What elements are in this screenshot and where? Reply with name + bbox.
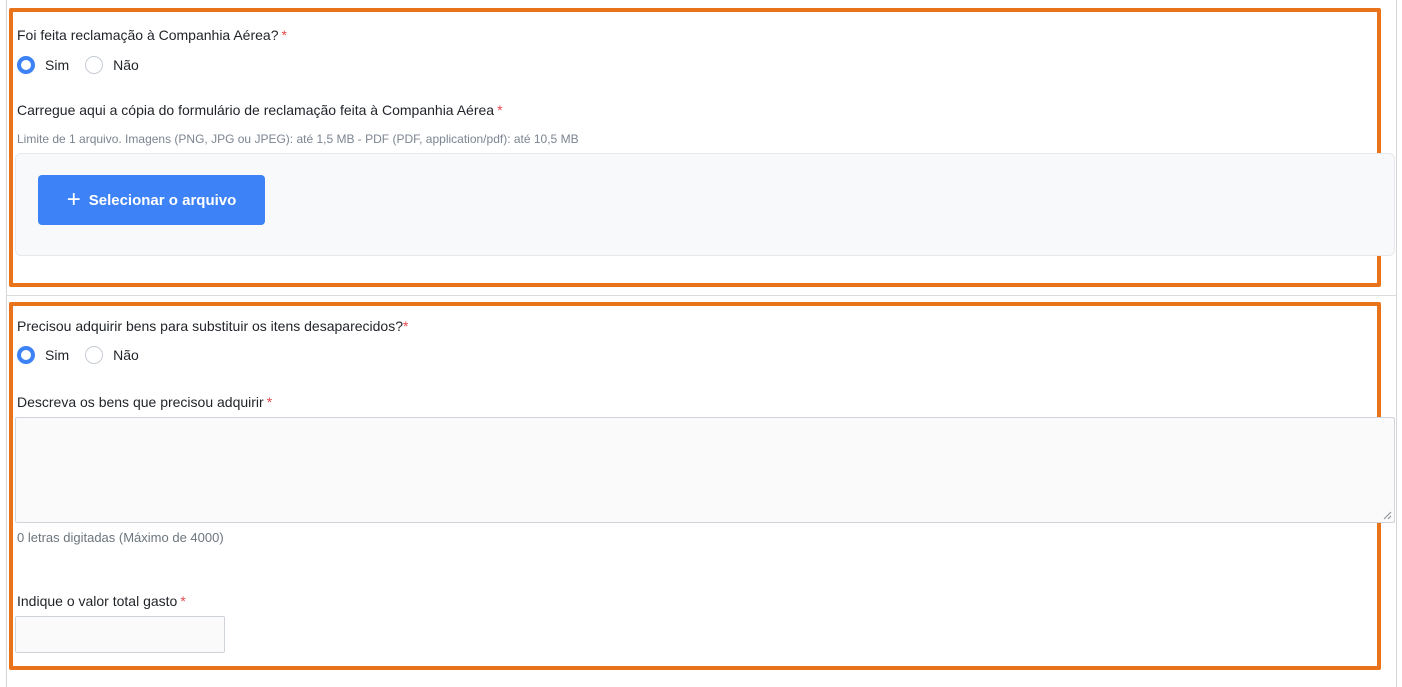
purchase-radio-nao-label[interactable]: Não bbox=[113, 347, 139, 363]
resize-grip-icon[interactable] bbox=[1382, 510, 1392, 520]
frame-right-border bbox=[1396, 0, 1397, 687]
complaint-radio-nao[interactable] bbox=[85, 56, 104, 74]
section-divider bbox=[7, 295, 1396, 296]
upload-label-text: Carregue aqui a cópia do formulário de r… bbox=[17, 102, 495, 118]
upload-label: Carregue aqui a cópia do formulário de r… bbox=[17, 102, 503, 118]
value-label: Indique o valor total gasto * bbox=[17, 593, 186, 609]
complaint-question: Foi feita reclamação à Companhia Aérea? * bbox=[17, 27, 287, 43]
purchase-radio-group: Sim Não bbox=[17, 346, 139, 364]
purchase-question: Precisou adquirir bens para substituir o… bbox=[17, 318, 408, 334]
required-mark: * bbox=[180, 593, 186, 609]
complaint-radio-sim[interactable] bbox=[17, 56, 35, 74]
upload-hint: Limite de 1 arquivo. Imagens (PNG, JPG o… bbox=[17, 132, 579, 146]
value-label-text: Indique o valor total gasto bbox=[17, 593, 178, 609]
complaint-radio-sim-label[interactable]: Sim bbox=[45, 57, 69, 73]
plus-icon: + bbox=[66, 186, 81, 213]
purchase-radio-nao[interactable] bbox=[85, 346, 104, 364]
purchase-question-text: Precisou adquirir bens para substituir o… bbox=[17, 318, 403, 334]
required-mark: * bbox=[281, 27, 287, 43]
char-counter: 0 letras digitadas (Máximo de 4000) bbox=[17, 530, 224, 545]
select-file-button[interactable]: + Selecionar o arquivo bbox=[38, 175, 265, 225]
select-file-button-label: Selecionar o arquivo bbox=[88, 191, 237, 209]
purchase-radio-sim[interactable] bbox=[17, 346, 35, 364]
describe-label-text: Descreva os bens que precisou adquirir bbox=[17, 394, 264, 410]
complaint-question-text: Foi feita reclamação à Companhia Aérea? bbox=[17, 27, 279, 43]
complaint-radio-group: Sim Não bbox=[17, 56, 139, 74]
complaint-radio-nao-label[interactable]: Não bbox=[113, 57, 139, 73]
describe-label: Descreva os bens que precisou adquirir * bbox=[17, 394, 272, 410]
frame-left-border bbox=[6, 0, 7, 687]
total-value-input[interactable] bbox=[15, 616, 225, 653]
required-mark: * bbox=[266, 394, 273, 410]
purchase-radio-sim-label[interactable]: Sim bbox=[45, 347, 69, 363]
required-mark: * bbox=[497, 102, 503, 118]
describe-textarea[interactable] bbox=[15, 417, 1395, 523]
required-mark: * bbox=[403, 318, 409, 334]
